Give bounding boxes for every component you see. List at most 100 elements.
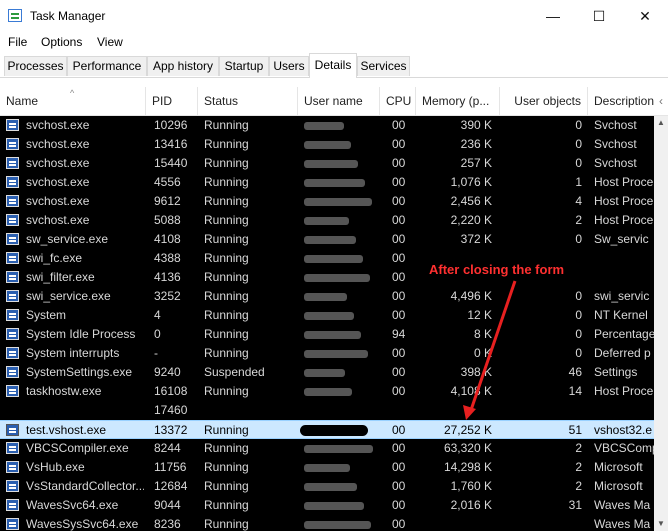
process-icon bbox=[6, 271, 19, 283]
table-row[interactable]: svchost.exe 5088 Running 00 2,220 K 2 Host Pro… bbox=[0, 211, 654, 230]
tab-details[interactable]: Details bbox=[309, 53, 357, 78]
menu-options[interactable]: Options bbox=[41, 35, 82, 49]
process-description: Host Proce bbox=[594, 384, 654, 398]
table-row[interactable]: taskhostw.exe 16108 Running 00 4,108 K 14 Host… bbox=[0, 382, 654, 401]
process-status: Running bbox=[204, 384, 249, 398]
process-user-objects: 14 bbox=[568, 384, 582, 398]
column-user-name[interactable]: User name bbox=[298, 87, 380, 115]
table-row[interactable]: svchost.exe 9612 Running 00 2,456 K 4 Host Pro… bbox=[0, 192, 654, 211]
column-user-objects[interactable]: User objects bbox=[500, 87, 588, 115]
process-cpu: 00 bbox=[392, 232, 406, 246]
table-row[interactable]: svchost.exe 4556 Running 00 1,076 K 1 Host Pro… bbox=[0, 173, 654, 192]
title-bar: Task Manager — ☐ ✕ bbox=[0, 0, 668, 32]
process-description: Host Proce bbox=[594, 213, 654, 227]
table-row[interactable]: WavesSysSvc64.exe 8236 Running 00 Waves Ma bbox=[0, 515, 654, 531]
process-pid: 4388 bbox=[154, 251, 181, 265]
process-user-objects: 31 bbox=[568, 498, 582, 512]
user-name-redacted bbox=[304, 306, 354, 325]
column-description[interactable]: Description bbox=[588, 87, 654, 115]
process-description: Percentage bbox=[594, 327, 654, 341]
process-status: Running bbox=[204, 441, 249, 455]
process-status: Running bbox=[204, 498, 249, 512]
scroll-up-icon[interactable]: ▲ bbox=[654, 116, 668, 130]
table-row[interactable]: System interrupts - Running 00 0 K 0 Deferred … bbox=[0, 344, 654, 363]
process-description: Svchost bbox=[594, 118, 637, 132]
table-row[interactable]: WavesSvc64.exe 9044 Running 00 2,016 K 31 Wave… bbox=[0, 496, 654, 515]
process-status: Running bbox=[204, 251, 249, 265]
process-list: svchost.exe 10296 Running 00 390 K 0 Svchost sv… bbox=[0, 116, 654, 531]
table-row[interactable]: VBCSCompiler.exe 8244 Running 00 63,320 K 2 VB… bbox=[0, 439, 654, 458]
process-icon bbox=[6, 518, 19, 530]
process-cpu: 00 bbox=[392, 175, 406, 189]
process-description: Host Proce bbox=[594, 194, 654, 208]
process-name: VBCSCompiler.exe bbox=[26, 441, 129, 455]
menu-view[interactable]: View bbox=[97, 35, 123, 49]
column-memory[interactable]: Memory (p... bbox=[416, 87, 500, 115]
process-pid: 4108 bbox=[154, 232, 181, 246]
process-pid: 9044 bbox=[154, 498, 181, 512]
table-row[interactable]: VsStandardCollector... 12684 Running 00 1,76… bbox=[0, 477, 654, 496]
annotation-text: After closing the form bbox=[427, 262, 567, 277]
table-row[interactable]: SystemSettings.exe 9240 Suspended 00 398 K 46… bbox=[0, 363, 654, 382]
tab-performance[interactable]: Performance bbox=[67, 56, 147, 76]
table-row[interactable]: svchost.exe 10296 Running 00 390 K 0 Svchost bbox=[0, 116, 654, 135]
table-row[interactable]: System 4 Running 00 12 K 0 NT Kernel bbox=[0, 306, 654, 325]
process-cpu: 00 bbox=[392, 384, 406, 398]
process-memory: 14,298 K bbox=[443, 460, 492, 474]
process-name: swi_service.exe bbox=[26, 289, 111, 303]
tab-app-history[interactable]: App history bbox=[147, 56, 219, 76]
process-pid: 9240 bbox=[154, 365, 181, 379]
process-name: System Idle Process bbox=[26, 327, 136, 341]
process-pid: 13372 bbox=[154, 423, 188, 437]
maximize-button[interactable]: ☐ bbox=[576, 0, 622, 32]
table-row[interactable]: System Idle Process 0 Running 94 8 K 0 Percent… bbox=[0, 325, 654, 344]
scroll-down-icon[interactable]: ▼ bbox=[654, 517, 668, 531]
process-description: NT Kernel bbox=[594, 308, 648, 322]
process-icon bbox=[6, 214, 19, 226]
process-status: Running bbox=[204, 232, 249, 246]
process-status: Running bbox=[204, 327, 249, 341]
tab-startup[interactable]: Startup bbox=[219, 56, 269, 76]
process-icon bbox=[6, 385, 19, 397]
process-status: Running bbox=[204, 289, 249, 303]
user-name-redacted bbox=[304, 363, 345, 382]
process-name: WavesSvc64.exe bbox=[26, 498, 119, 512]
process-icon bbox=[6, 499, 19, 511]
process-user-objects: 0 bbox=[575, 289, 582, 303]
process-pid: 13416 bbox=[154, 137, 188, 151]
column-pid[interactable]: PID bbox=[146, 87, 198, 115]
table-row[interactable]: sw_service.exe 4108 Running 00 372 K 0 Sw_serv… bbox=[0, 230, 654, 249]
process-cpu: 00 bbox=[392, 365, 406, 379]
process-pid: 11756 bbox=[154, 460, 187, 474]
process-description: vshost32.e bbox=[594, 423, 653, 437]
process-name: VsStandardCollector... bbox=[26, 479, 144, 493]
minimize-button[interactable]: — bbox=[530, 0, 576, 32]
process-pid: 10296 bbox=[154, 118, 188, 132]
user-name-redacted bbox=[304, 344, 368, 363]
process-cpu: 00 bbox=[392, 156, 406, 170]
table-row[interactable]: VsHub.exe 11756 Running 00 14,298 K 2 Microsof… bbox=[0, 458, 654, 477]
column-status[interactable]: Status bbox=[198, 87, 298, 115]
tab-users[interactable]: Users bbox=[269, 56, 309, 76]
process-pid: 4 bbox=[154, 308, 161, 322]
process-icon bbox=[6, 195, 19, 207]
close-button[interactable]: ✕ bbox=[622, 0, 668, 32]
column-cpu[interactable]: CPU bbox=[380, 87, 416, 115]
header-scroll-left-icon[interactable]: ‹ bbox=[654, 87, 668, 115]
process-user-objects: 2 bbox=[575, 213, 582, 227]
process-icon bbox=[6, 309, 19, 321]
table-row[interactable]: swi_service.exe 3252 Running 00 4,496 K 0 swi_… bbox=[0, 287, 654, 306]
process-description: Microsoft bbox=[594, 460, 643, 474]
process-name: swi_fc.exe bbox=[26, 251, 83, 265]
table-row[interactable]: svchost.exe 13416 Running 00 236 K 0 Svchost bbox=[0, 135, 654, 154]
table-row[interactable]: svchost.exe 15440 Running 00 257 K 0 Svchost bbox=[0, 154, 654, 173]
menu-file[interactable]: File bbox=[8, 35, 27, 49]
process-user-objects: 0 bbox=[575, 137, 582, 151]
tab-services[interactable]: Services bbox=[357, 56, 410, 76]
process-description: Sw_servic bbox=[594, 232, 649, 246]
table-row[interactable]: 17460 bbox=[0, 401, 654, 420]
vertical-scrollbar[interactable]: ▲ ▼ bbox=[654, 116, 668, 531]
tab-processes[interactable]: Processes bbox=[4, 56, 67, 76]
process-user-objects: 46 bbox=[568, 365, 582, 379]
table-row-selected[interactable]: test.vshost.exe 13372 Running 00 27,252 K 51 v… bbox=[0, 420, 654, 439]
